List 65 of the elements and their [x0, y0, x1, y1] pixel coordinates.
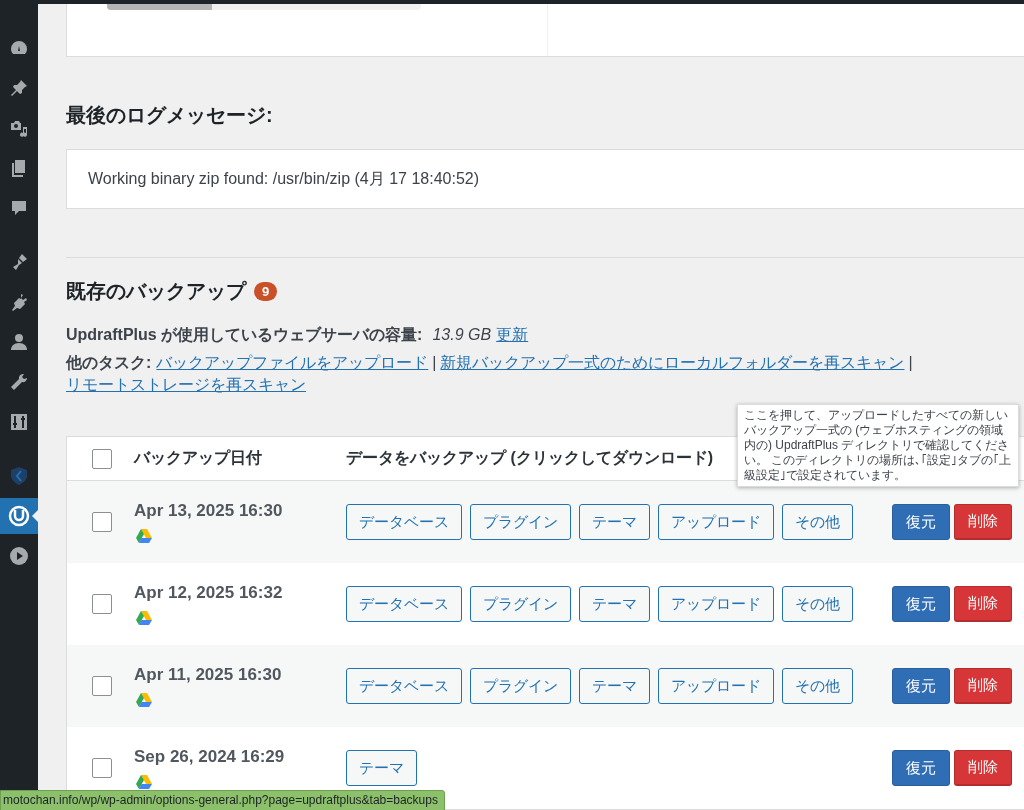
tasks-label: 他のタスク: — [66, 354, 152, 371]
download-button[interactable]: テーマ — [346, 750, 417, 786]
section-heading: 最後のログメッセージ: — [66, 103, 274, 128]
triangle-icon — [136, 529, 152, 543]
download-button[interactable]: データベース — [346, 586, 462, 622]
triangle-icon — [136, 611, 152, 625]
checkbox[interactable] — [91, 758, 112, 778]
camera-music-icon — [9, 118, 29, 138]
checkbox[interactable] — [91, 676, 112, 696]
triangle-icon — [136, 693, 152, 707]
menu-item[interactable] — [0, 498, 38, 534]
task-link[interactable]: 新規バックアップ一式のためにローカルフォルダーを再スキャン — [440, 354, 905, 371]
pin-icon — [9, 78, 29, 98]
checkbox[interactable] — [91, 448, 112, 469]
download-button[interactable]: データベース — [346, 668, 462, 704]
triangle-icon — [136, 775, 152, 789]
download-button[interactable]: プラグイン — [470, 586, 571, 622]
download-button[interactable]: テーマ — [579, 504, 650, 540]
status-bar-url: motochan.info/wp/wp-admin/options-general.php?page=updraftplus&tab=backups — [0, 790, 445, 810]
column-header: データをバックアップ (クリックしてダウンロード) — [346, 448, 714, 468]
wrench-icon — [9, 372, 29, 392]
download-button[interactable]: データベース — [346, 504, 462, 540]
shield-icon — [9, 466, 29, 486]
separator: | — [908, 354, 913, 371]
download-button[interactable]: テーマ — [579, 668, 650, 704]
download-button[interactable]: その他 — [782, 504, 853, 540]
restore-button[interactable]: 復元 — [892, 668, 950, 704]
download-button[interactable]: プラグイン — [470, 504, 571, 540]
backup-date: Sep 26, 2024 16:29 — [134, 747, 286, 767]
download-button[interactable]: アップロード — [658, 586, 774, 622]
download-button[interactable]: アップロード — [658, 504, 774, 540]
column-header: バックアップ日付 — [134, 448, 263, 468]
delete-button[interactable]: 削除 — [954, 750, 1012, 786]
delete-button[interactable]: 削除 — [954, 504, 1012, 540]
refresh-link[interactable]: 更新 — [496, 326, 529, 343]
download-button[interactable]: プラグイン — [470, 668, 571, 704]
delete-button[interactable]: 削除 — [954, 668, 1012, 704]
usage-value: 13.9 GB — [432, 326, 492, 343]
count-badge: 9 — [254, 282, 278, 301]
plug-icon — [9, 292, 29, 312]
user-icon — [9, 332, 29, 352]
task-link[interactable]: リモートストレージを再スキャン — [66, 376, 306, 393]
task-link[interactable]: バックアップファイルをアップロード — [156, 354, 429, 371]
checkbox[interactable] — [91, 512, 112, 532]
checkbox[interactable] — [91, 594, 112, 614]
download-button[interactable]: アップロード — [658, 668, 774, 704]
speech-bubble-icon — [9, 198, 29, 218]
delete-button[interactable]: 削除 — [954, 586, 1012, 622]
sliders-icon — [9, 412, 29, 432]
download-button[interactable]: その他 — [782, 586, 853, 622]
updraft-icon — [8, 505, 30, 527]
log-message: Working binary zip found: /usr/bin/zip (4月 17 18:40:52) — [66, 149, 1024, 209]
section-heading: 既存のバックアップ — [66, 279, 246, 304]
restore-button[interactable]: 復元 — [892, 750, 950, 786]
backup-date: Apr 12, 2025 16:32 — [134, 583, 284, 603]
download-button[interactable]: テーマ — [579, 586, 650, 622]
restore-button[interactable]: 復元 — [892, 504, 950, 540]
play-icon — [9, 546, 29, 566]
restore-button[interactable]: 復元 — [892, 586, 950, 622]
backup-date: Apr 11, 2025 16:30 — [134, 665, 283, 685]
download-button[interactable]: その他 — [782, 668, 853, 704]
tooltip: ここを押して、アップロードしたすべての新しいバックアップ一式の (ウェブホスティングの領域内の) UpdraftPlus ディレクトリで確認してください。 このディレクトリの場所は､｢設定｣タブの｢上級設定｣で設定されています。 — [737, 404, 1019, 487]
backup-date: Apr 13, 2025 16:30 — [134, 501, 284, 521]
usage-label: UpdraftPlus が使用しているウェブサーバの容量: — [66, 326, 423, 343]
separator: | — [432, 354, 437, 371]
